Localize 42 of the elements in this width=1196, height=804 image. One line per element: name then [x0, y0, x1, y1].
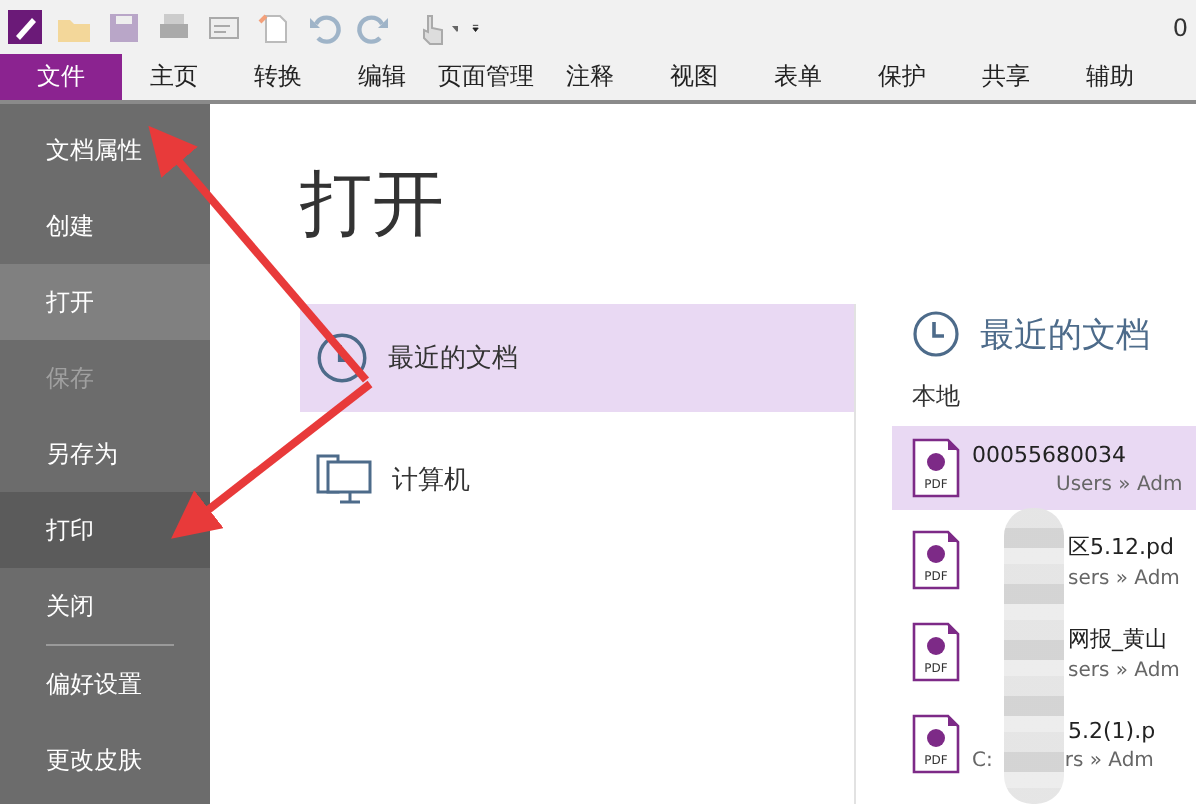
file-name: 00055680034	[972, 441, 1126, 467]
menu-tab[interactable]: 保护	[850, 54, 954, 100]
save-icon[interactable]	[106, 9, 142, 45]
sidebar-item[interactable]: 更改皮肤	[0, 722, 210, 798]
app-logo-icon[interactable]	[8, 10, 42, 44]
undo-icon[interactable]	[306, 9, 342, 45]
menu-tab[interactable]: 主页	[122, 54, 226, 100]
file-name: 5.2(1).p	[1066, 717, 1156, 743]
file-name: 网报_黄山	[1066, 623, 1167, 653]
window-title: 0	[1172, 13, 1188, 41]
page-title: 打开	[300, 161, 446, 249]
menu-tab[interactable]: 转换	[226, 54, 330, 100]
sidebar-item[interactable]: 打开	[0, 264, 210, 340]
menu-tab[interactable]: 页面管理	[434, 54, 538, 100]
group-label: 本地	[912, 380, 962, 414]
menu-tab[interactable]: 文件	[0, 54, 122, 100]
file-name: 区5.12.pd	[1066, 531, 1174, 561]
computer-icon	[316, 454, 372, 506]
sidebar-item[interactable]: 创建	[0, 188, 210, 264]
file-path: sers » Adm	[1066, 567, 1180, 589]
location-item[interactable]: 最近的文档	[300, 304, 854, 412]
menu-tab[interactable]: 表单	[746, 54, 850, 100]
menu-tab[interactable]: 注释	[538, 54, 642, 100]
new-document-icon[interactable]	[256, 9, 292, 45]
menu-tab[interactable]: 编辑	[330, 54, 434, 100]
redo-icon[interactable]	[356, 9, 392, 45]
sidebar-item[interactable]: 另存为	[0, 416, 210, 492]
location-item[interactable]: 计算机	[300, 436, 854, 524]
menu-tab[interactable]: 视图	[642, 54, 746, 100]
file-path: C:	[972, 749, 993, 771]
file-path: Users » Adm	[1054, 473, 1183, 495]
sidebar-item[interactable]: 偏好设置	[0, 646, 210, 722]
clock-icon	[316, 332, 368, 384]
sidebar-item[interactable]: 关闭	[0, 568, 210, 644]
menu-tab[interactable]: 共享	[954, 54, 1058, 100]
section-heading: 最近的文档	[980, 313, 1150, 357]
sidebar-item[interactable]: 文档属性	[0, 112, 210, 188]
file-path: rs » Adm	[1062, 749, 1154, 771]
clock-icon	[912, 310, 960, 358]
sidebar-item[interactable]: 打印	[0, 492, 210, 568]
menu-tab[interactable]: 辅助	[1058, 54, 1162, 100]
file-path: sers » Adm	[1066, 659, 1180, 681]
